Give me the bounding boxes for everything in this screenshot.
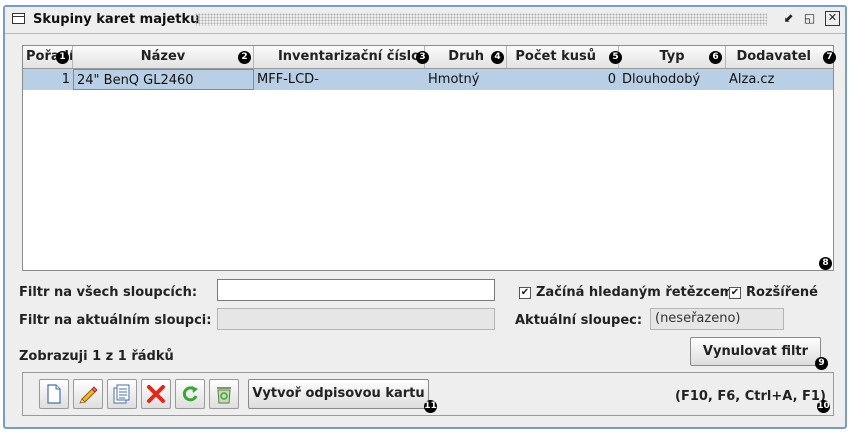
recycle-bin-icon [217, 387, 231, 404]
callout-badge: 2 [238, 51, 251, 64]
column-header-nazev[interactable]: Název [73, 46, 254, 68]
callout-badge: 1 [56, 51, 69, 64]
dialog-window: Skupiny karet majetku ⬋ ◱ ✕ Pořadí Název… [3, 5, 847, 429]
refresh-icon [182, 386, 198, 402]
callout-badge: 4 [491, 51, 504, 64]
title-bar-grip [195, 13, 767, 26]
cards-table[interactable]: Pořadí Název Inventarizační číslo Druh P… [22, 45, 836, 271]
column-header-inventarizacni-cislo[interactable]: Inventarizační číslo [254, 46, 425, 68]
column-header-dodavatel[interactable]: Dodavatel [726, 46, 833, 68]
cell-inventarizacni-cislo[interactable]: MFF-LCD- [254, 69, 425, 90]
minimize-icon[interactable]: ⬋ [781, 11, 796, 26]
new-document-icon [47, 384, 61, 404]
cell-poradi[interactable]: 1 [23, 69, 73, 90]
window-icon [12, 13, 25, 24]
callout-badge: 9 [815, 357, 828, 370]
current-column-field: (neseřazeno) [650, 308, 784, 330]
column-header-pocet-kusu[interactable]: Počet kusů [507, 46, 619, 68]
callout-badge: 3 [416, 51, 429, 64]
cell-typ[interactable]: Dlouhodobý [619, 69, 726, 90]
callout-badge: 8 [819, 257, 832, 270]
new-button[interactable] [39, 379, 69, 409]
shortcuts-hint: (F10, F6, Ctrl+A, F1) [675, 389, 826, 404]
cell-nazev[interactable]: 24" BenQ GL2460 [73, 69, 254, 90]
list-button[interactable] [107, 379, 137, 409]
extended-label: Rozšířené [746, 285, 819, 300]
callout-badge: 7 [823, 51, 836, 64]
starts-with-checkbox[interactable]: ✔ [519, 287, 531, 299]
delete-button[interactable] [141, 379, 171, 409]
callout-badge: 6 [709, 51, 722, 64]
filter-all-input[interactable] [217, 279, 495, 301]
table-header: Pořadí Název Inventarizační číslo Druh P… [23, 46, 836, 69]
close-icon[interactable]: ✕ [825, 11, 840, 26]
maximize-icon[interactable]: ◱ [802, 11, 817, 26]
title-bar[interactable]: Skupiny karet majetku ⬋ ◱ ✕ [5, 7, 845, 34]
refresh-button[interactable] [175, 379, 205, 409]
window-title: Skupiny karet majetku [33, 12, 200, 27]
delete-x-icon [147, 385, 165, 403]
table-row[interactable]: 1 24" BenQ GL2460 MFF-LCD- Hmotný 0 Dlou… [23, 69, 833, 90]
current-column-caption: Aktuální sloupec: [515, 313, 643, 328]
starts-with-label: Začíná hledaným řetězcem [536, 285, 734, 300]
edit-button[interactable] [73, 379, 103, 409]
cell-pocet-kusu[interactable]: 0 [507, 69, 619, 90]
reset-filter-button[interactable]: Vynulovat filtr [690, 337, 821, 366]
bottom-toolbar: Vytvoř odpisovou kartu 11 (F10, F6, Ctrl… [22, 372, 834, 416]
callout-badge: 10 [817, 400, 830, 413]
list-document-icon [113, 384, 130, 404]
filter-current-input [217, 308, 495, 330]
rows-count-status: Zobrazuji 1 z 1 řádků [19, 349, 174, 364]
cell-druh[interactable]: Hmotný [425, 69, 507, 90]
callout-badge: 11 [424, 400, 437, 413]
callout-badge: 5 [609, 51, 622, 64]
cell-dodavatel[interactable]: Alza.cz [726, 69, 833, 90]
create-writeoff-button[interactable]: Vytvoř odpisovou kartu [248, 379, 429, 409]
recycle-button[interactable] [209, 379, 239, 409]
filter-current-label: Filtr na aktuálním sloupci: [19, 313, 212, 328]
edit-pencil-icon [79, 386, 98, 404]
filter-all-label: Filtr na všech sloupcích: [19, 285, 198, 300]
extended-checkbox[interactable]: ✔ [729, 287, 741, 299]
